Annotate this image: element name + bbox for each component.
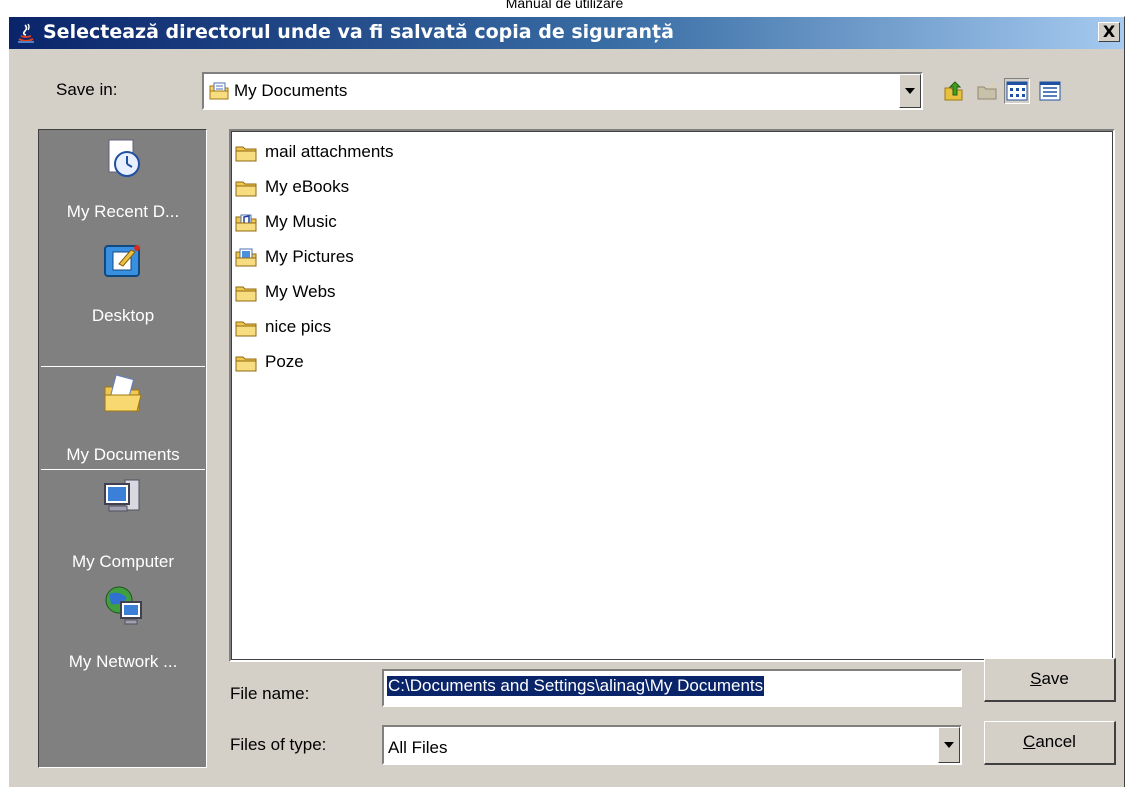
details-view-button[interactable] [1037,78,1063,104]
list-view-button[interactable] [1004,78,1030,104]
folder-icon [235,321,257,337]
new-folder-button[interactable] [974,78,1000,104]
file-name: mail attachments [265,142,394,161]
chevron-down-icon [905,88,915,94]
title-bar[interactable]: Selectează directorul unde va fi salvată… [9,17,1124,49]
dialog-title: Selectează directorul unde va fi salvată… [43,21,674,43]
list-item[interactable]: My Webs [235,281,635,305]
place-label: My Computer [71,552,175,571]
save-in-combo[interactable]: My Documents [202,72,923,110]
list-view-icon [1006,81,1028,101]
file-name: Poze [265,352,304,371]
list-item[interactable]: Poze [235,351,635,375]
recent-documents-icon [108,139,140,177]
new-folder-icon [977,81,997,100]
desktop-icon [104,245,140,277]
list-item[interactable]: My Music [235,211,635,235]
file-name: My Webs [265,282,336,301]
save-in-label: Save in: [56,80,118,99]
details-view-icon [1039,81,1061,101]
pictures-folder-icon [235,248,257,267]
folder-icon [235,146,257,162]
file-name: My Pictures [265,247,354,266]
save-in-value: My Documents [234,81,348,100]
network-icon [105,586,142,625]
file-name: nice pics [265,317,332,336]
my-documents-small-icon [209,82,229,100]
java-app-icon [18,23,34,43]
place-my-documents[interactable]: My Documents [41,366,205,470]
file-type-dropdown-button[interactable] [938,727,960,763]
list-item[interactable]: mail attachments [235,141,635,165]
list-item[interactable]: nice pics [235,316,635,340]
file-list[interactable]: mail attachments My eBooks My Music My P… [229,129,1115,662]
folder-icon [235,181,257,197]
place-my-computer[interactable]: My Computer [41,470,205,574]
place-desktop[interactable]: Desktop [41,234,205,338]
places-bar: My Recent D... Desktop My Documents My C… [38,129,207,768]
file-name: My eBooks [265,177,350,196]
file-name-field[interactable]: C:\Documents and Settings\alinag\My Docu… [382,669,962,707]
cancel-mnemonic: C [1023,732,1036,751]
up-one-level-button[interactable] [941,78,967,104]
my-documents-icon [104,374,142,412]
file-name-value: C:\Documents and Settings\alinag\My Docu… [387,676,765,696]
cancel-button[interactable]: Cancel [984,721,1116,765]
cancel-label-rest: ancel [1035,732,1076,751]
list-item[interactable]: My Pictures [235,246,635,270]
place-label: My Network ... [68,652,178,671]
close-button[interactable]: X [1098,22,1120,42]
file-name: My Music [265,212,337,231]
file-type-value: All Files [388,738,448,757]
page-header: Manual de utilizare [505,0,624,11]
place-label: My Recent D... [66,202,180,221]
place-label: My Documents [66,445,180,464]
place-my-network[interactable]: My Network ... [41,578,205,682]
chevron-down-icon [944,742,954,748]
folder-icon [235,356,257,372]
save-dialog: Selectează directorul unde va fi salvată… [8,16,1125,787]
music-folder-icon [235,214,257,232]
place-my-recent-documents[interactable]: My Recent D... [41,130,205,234]
save-button[interactable]: Save [984,658,1116,702]
save-label-rest: ave [1041,669,1069,688]
save-mnemonic: S [1030,669,1042,688]
file-type-combo[interactable]: All Files [382,725,962,765]
file-type-label: Files of type: [230,735,327,754]
place-label: Desktop [91,306,155,325]
folder-icon [235,286,257,302]
computer-icon [104,479,140,512]
save-in-dropdown-button[interactable] [899,74,921,108]
up-one-level-icon [944,81,963,101]
list-item[interactable]: My eBooks [235,176,635,200]
file-name-label: File name: [230,684,310,703]
